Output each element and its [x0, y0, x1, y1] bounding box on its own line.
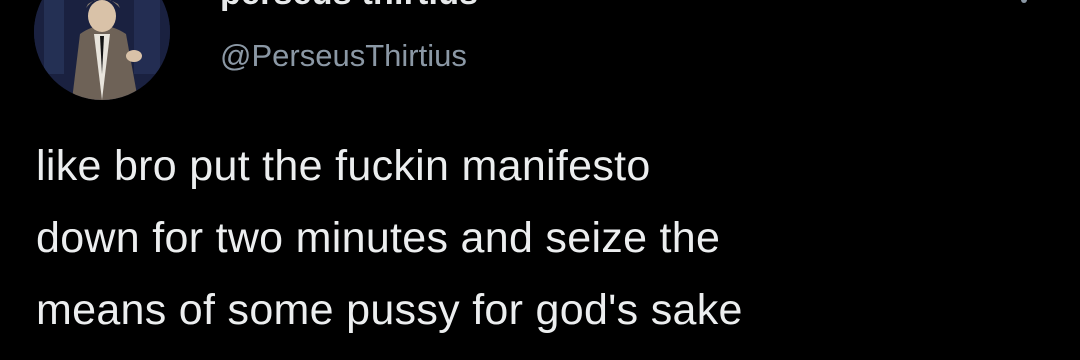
author-avatar[interactable]: [34, 0, 170, 100]
tweet-text-line: down for two minutes and seize the: [36, 214, 721, 262]
tweet-text: like bro put the fuckin manifesto down f…: [36, 130, 1066, 346]
tweet-text-line: like bro put the fuckin manifesto: [36, 142, 651, 190]
more-options-icon[interactable]: [1012, 0, 1036, 18]
avatar-illustration: [34, 0, 170, 100]
author-display-name[interactable]: perseus thirtius: [220, 0, 478, 13]
author-handle[interactable]: @PerseusThirtius: [220, 38, 467, 74]
tweet-text-line: means of some pussy for god's sake: [36, 286, 743, 334]
tweet-card: perseus thirtius @PerseusThirtius like b…: [0, 0, 1080, 360]
